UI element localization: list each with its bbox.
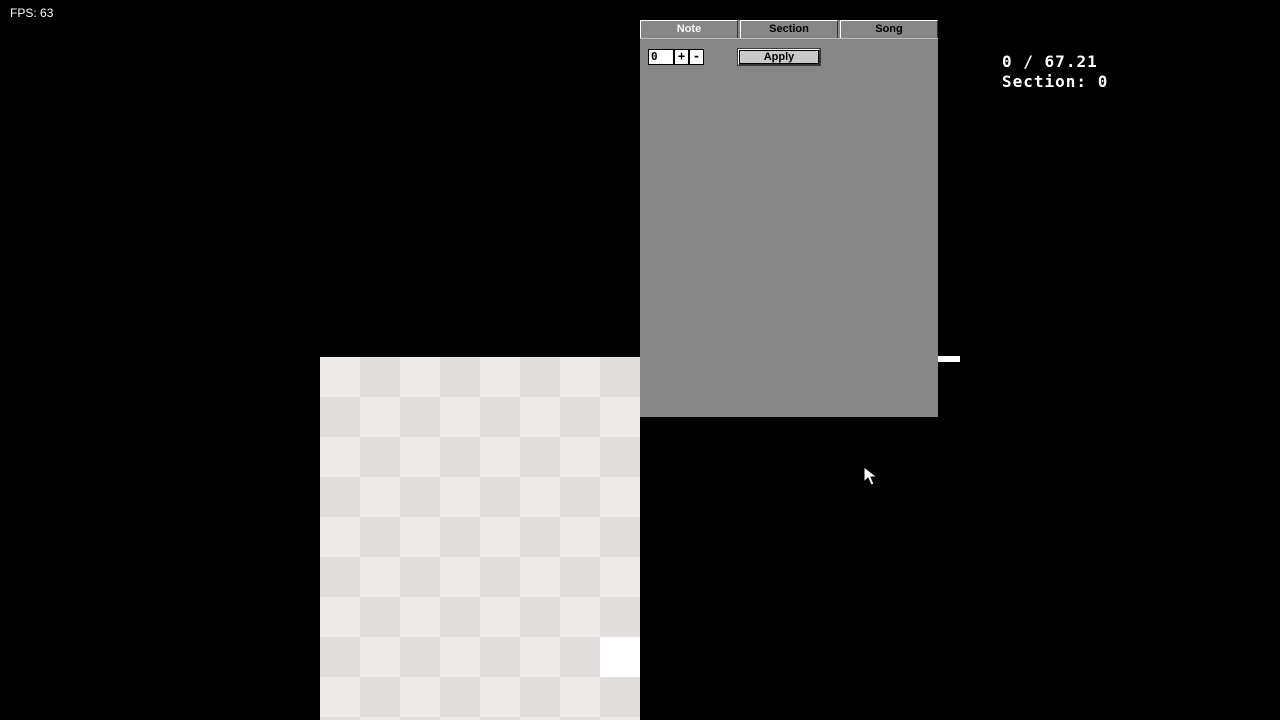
grid-highlight-cell[interactable] <box>600 637 640 677</box>
tab-section[interactable]: Section <box>740 20 838 38</box>
stepper-minus[interactable]: - <box>689 49 704 65</box>
tab-song[interactable]: Song <box>840 20 938 38</box>
stepper-value[interactable]: 0 <box>648 49 674 65</box>
pos-total: 67.21 <box>1045 52 1098 71</box>
tab-note[interactable]: Note <box>640 20 738 38</box>
cursor-icon <box>863 466 879 486</box>
fps-counter: FPS: 63 <box>10 6 53 20</box>
pos-current: 0 <box>1002 52 1013 71</box>
fps-label: FPS: <box>10 6 37 20</box>
fps-value: 63 <box>40 6 53 20</box>
stepper-plus[interactable]: + <box>674 49 689 65</box>
tab-bar: Note Section Song <box>640 20 938 38</box>
sustain-stepper: 0 + - <box>648 49 704 65</box>
status-info: 0 / 67.21 Section: 0 <box>1002 52 1108 92</box>
panel-body: 0 + - Apply <box>640 38 938 417</box>
grid-pattern <box>320 357 640 720</box>
playhead-marker <box>938 356 960 362</box>
apply-button[interactable]: Apply <box>738 49 820 65</box>
chart-grid[interactable] <box>320 357 640 720</box>
section-label: Section: <box>1002 72 1087 91</box>
editor-panel: Note Section Song 0 + - Apply <box>640 20 938 417</box>
section-value: 0 <box>1098 72 1109 91</box>
